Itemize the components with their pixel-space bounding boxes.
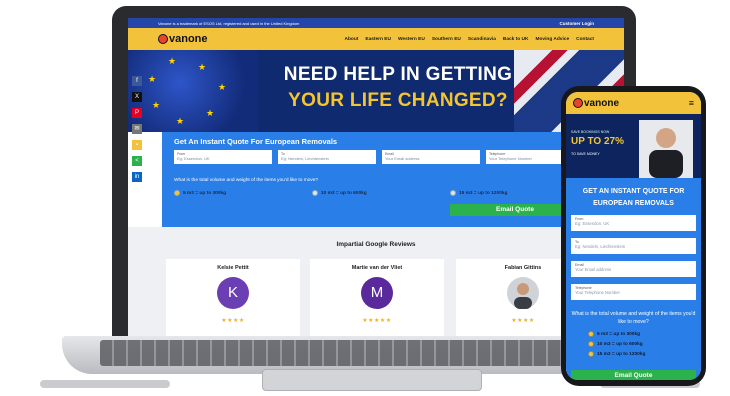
social-share-bar: f X P ✉ ▪ < in [132,76,142,188]
option-label: 15 m3 = up to 1200kg [459,190,508,196]
reviews-section: Impartial Google Reviews Kelsie Pettit K… [128,227,624,336]
radio-icon [588,351,594,357]
nav-menu: About Eastern EU Western EU Southern EU … [345,37,594,42]
email-quote-button[interactable]: Email Quote [571,370,696,380]
to-field[interactable]: To Eg: Nendeln, Liechtenstein [278,150,376,164]
from-placeholder: Eg: Essendon, UK [575,221,610,226]
star-rating: ★★★★ [221,318,245,324]
linkedin-icon[interactable]: in [132,172,142,182]
volume-option-5m3[interactable]: 5 m3 = up to 300kg [588,331,640,337]
nav-item-back-to-uk[interactable]: Back to UK [503,37,529,42]
volume-option-15m3[interactable]: 15 m3 = up to 1200kg [588,351,645,357]
avatar: K [217,277,249,309]
radio-icon [312,190,318,196]
reviewer-name: Martie van der Vliet [351,265,403,271]
telephone-field[interactable]: Telephone Your Telephone Number [571,284,696,300]
promo-kicker: SAVE BOOKINGS NOW [571,130,610,134]
nav-item-contact[interactable]: Contact [576,37,594,42]
phone-nav: vanone ≡ [566,92,701,114]
volume-question: What is the total volume and weight of t… [174,178,319,183]
reviews-title: Impartial Google Reviews [336,241,416,248]
phone-screen: vanone ≡ SAVE BOOKINGS NOW UP TO 27% TO … [566,92,701,380]
avatar-photo [507,277,539,309]
quote-title: Get An Instant Quote For European Remova… [174,137,338,146]
logo-mark-icon [158,34,168,44]
avatar: M [361,277,393,309]
radio-icon [588,331,594,337]
from-field[interactable]: From Eg: Essendon, UK [174,150,272,164]
marketing-mockup: Vanone is a trademark of ESOS Ltd, regis… [0,0,730,396]
hero-heading-line1: NEED HELP IN GETTING [283,64,513,85]
pinterest-icon[interactable]: P [132,108,142,118]
share-icon[interactable]: < [132,156,142,166]
star-rating: ★★★★★ [362,318,392,324]
nav-item-southern-eu[interactable]: Southern EU [432,37,461,42]
nav-item-about[interactable]: About [345,37,359,42]
hamburger-icon[interactable]: ≡ [689,98,694,108]
to-placeholder: Eg: Nendeln, Liechtenstein [575,244,626,249]
email-icon[interactable]: ✉ [132,124,142,134]
customer-login-link[interactable]: Customer Login [560,21,595,26]
eu-flag-image: ★ ★ ★ ★ ★ ★ ★ [128,50,258,132]
logo-mark-icon [573,98,583,108]
review-card[interactable]: Martie van der Vliet M ★★★★★ [310,259,444,336]
email-field[interactable]: Email Your Email address [382,150,480,164]
laptop-shadow-left [40,380,170,388]
email-field[interactable]: Email Your Email address [571,261,696,277]
reviewer-name: Kelsie Pettit [217,265,249,271]
facebook-icon[interactable]: f [132,76,142,86]
promo-banner: SAVE BOOKINGS NOW UP TO 27% TO SAVE MONE… [566,114,701,178]
phone-quote-title: GET AN INSTANT QUOTE FOR EUROPEAN REMOVA… [582,188,685,207]
nav-item-eastern-eu[interactable]: Eastern EU [365,37,391,42]
from-placeholder: Eg: Essendon, UK [177,156,210,161]
option-label: 10 m3 = up to 600kg [321,190,367,196]
vanone-logo[interactable]: vanone [158,33,208,45]
trademark-notice: Vanone is a trademark of ESOS Ltd, regis… [158,20,300,26]
from-field[interactable]: From Eg: Essendon, UK [571,215,696,231]
review-card[interactable]: Kelsie Pettit K ★★★★ [166,259,300,336]
option-label: 10 m3 = up to 600kg [597,341,643,347]
logo-text: vanone [584,97,620,109]
option-label: 5 m3 = up to 300kg [597,331,641,337]
radio-icon [450,190,456,196]
volume-option-5m3[interactable]: 5 m3 = up to 300kg [174,190,226,196]
sms-icon[interactable]: ▪ [132,140,142,150]
telephone-placeholder: Your Telephone Number [575,290,620,295]
laptop-trackpad [262,369,482,391]
radio-icon [588,341,594,347]
x-icon[interactable]: X [132,92,142,102]
hero-banner: ★ ★ ★ ★ ★ ★ ★ NEED HELP IN GETTING YOUR … [128,50,624,132]
telephone-placeholder: Your Telephone Number [489,156,532,161]
hero-heading-line2: YOUR LIFE CHANGED? [288,90,508,111]
to-placeholder: Eg: Nendeln, Liechtenstein [281,156,329,161]
nav-item-moving-advice[interactable]: Moving Advice [535,37,569,42]
volume-option-10m3[interactable]: 10 m3 = up to 600kg [588,341,643,347]
option-label: 15 m3 = up to 1200kg [597,351,646,357]
promo-headline: UP TO 27% [571,136,624,147]
laptop-screen: Vanone is a trademark of ESOS Ltd, regis… [128,18,624,336]
mover-photo [639,120,693,178]
volume-question: What is the total volume and weight of t… [571,311,696,325]
email-placeholder: Your Email address [385,156,420,161]
main-nav: vanone About Eastern EU Western EU South… [128,28,624,50]
volume-option-10m3[interactable]: 10 m3 = up to 600kg [312,190,367,196]
volume-option-15m3[interactable]: 15 m3 = up to 1200kg [450,190,507,196]
option-label: 5 m3 = up to 300kg [183,190,227,196]
nav-item-scandinavia[interactable]: Scandinavia [468,37,496,42]
email-placeholder: Your Email address [575,267,612,272]
vanone-logo[interactable]: vanone [573,98,619,109]
to-field[interactable]: To Eg: Nendeln, Liechtenstein [571,238,696,254]
logo-text: vanone [169,33,208,45]
nav-item-western-eu[interactable]: Western EU [398,37,425,42]
top-bar: Vanone is a trademark of ESOS Ltd, regis… [128,18,624,28]
radio-selected-icon [174,190,180,196]
phone-quote-form: GET AN INSTANT QUOTE FOR EUROPEAN REMOVA… [566,178,701,380]
quote-form: Get An Instant Quote For European Remova… [162,132,592,227]
promo-subtext: TO SAVE MONEY [571,152,600,156]
